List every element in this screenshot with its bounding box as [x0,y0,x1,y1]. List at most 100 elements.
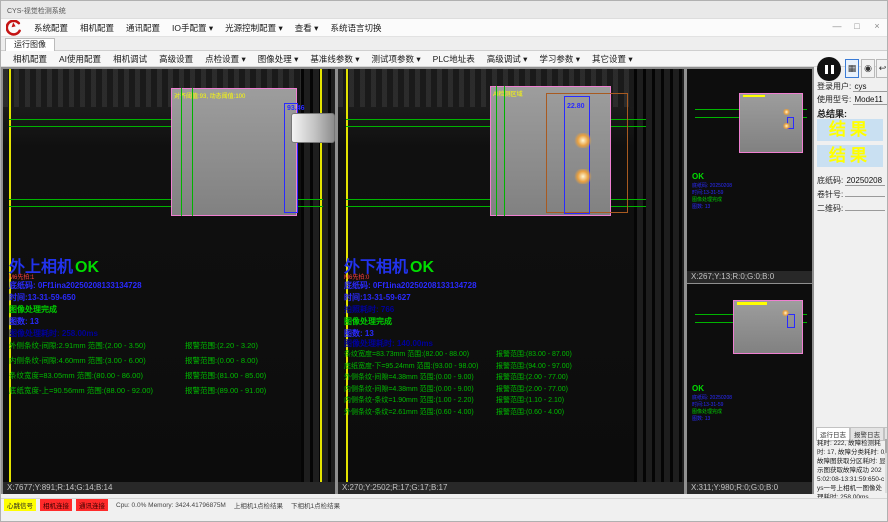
sidebar: ▦ ◉ ↩ 登录用户: cys 使用型号: Mode11 总结果: 结果 结果 … [814,67,888,494]
mini-status-line: 图像处理完成 [692,409,732,416]
toolbar-button[interactable]: 相机配置 [7,51,53,67]
minimize-button[interactable]: — [831,21,843,31]
cpu-memory-status: Cpu: 0.0% Memory: 3424.41796875M [116,502,226,509]
menu-item[interactable]: 光源控制配置 ▾ [219,20,289,36]
mini-status-line: 底纸码: 20250208 [692,395,732,402]
menu-item[interactable]: 通讯配置 [120,20,166,36]
pixel-coordinate-bar: X:267;Y:13;R:0;G:0;B:0 [687,271,812,283]
pixel-coordinate-bar: X:7677;Y:891;R:14;G:14;B:14 [3,482,335,494]
alarm-range-text: 报警范围:(2.20 - 3.20) [185,338,331,353]
menu-item[interactable]: 相机配置 [74,20,120,36]
model-value[interactable]: Mode11 [853,95,888,105]
toolbar-button[interactable]: AI使用配置 [53,51,107,67]
camera-thumb-lower: OK 底纸码: 20250208时间:13-31-59图像处理完成图数: 13 … [687,284,812,494]
toolbar-button[interactable]: 学习参数 ▾ [533,51,586,67]
alarm-range-text: 报警范围:(0.00 - 8.00) [185,353,331,368]
measure-line-green [504,86,505,216]
needle-value[interactable] [845,196,885,197]
mini-status-lines: 底纸码: 20250208时间:13-31-59图像处理完成图数: 13 [692,395,732,423]
alarm-range-text: 报警范围:(1.10 - 2.10) [496,395,680,407]
pixel-coordinate-bar: X:311;Y:980;R:0;G:0;B:0 [687,482,812,494]
camera-thumb-image-lower[interactable]: OK 底纸码: 20250208时间:13-31-59图像处理完成图数: 13 [687,284,812,482]
result-indicator-2: 结果 [817,145,883,167]
measure-value-label: 93.46 [287,105,305,112]
toolbar-button[interactable]: 相机调试 [107,51,153,67]
ok-status: OK [692,172,704,181]
shot-elapsed-line: 拍照耗时: 766 [344,304,394,315]
pixel-coordinate-bar: X:270;Y:2502;R:17;G:17;B:17 [338,482,684,494]
close-button[interactable]: × [871,21,883,31]
connector-object [291,113,335,143]
menu-item[interactable]: 查看 ▾ [289,20,325,36]
alarm-range-text: 报警范围:(81.00 - 85.00) [185,368,331,383]
measurement-text: 条纹宽度=83.05mm 范围:(80.00 - 86.00) [9,368,185,383]
display-toggle-button[interactable]: ▦ [845,59,859,78]
paper-code-row: 底纸码: 20250208 [817,175,885,186]
toolbar-button[interactable]: 测试项参数 ▾ [366,51,427,67]
mini-status-line: 底纸码: 20250208 [692,183,732,190]
toolbar-button[interactable]: PLC地址表 [427,51,481,67]
heartbeat-status-badge: 心跳信号 [4,499,36,511]
tab-run-image[interactable]: 运行图像 [5,38,55,51]
switch-view-button[interactable]: ↩ [876,59,888,78]
measurement-text: 外侧条纹-间隙=4.38mm 范围:(0.00 - 9.00) [344,372,496,384]
paper-code-line: 底纸码: 0Ff1ina20250208133134728 [9,280,142,291]
status-bar: 心跳信号 相机连接 通讯连接 Cpu: 0.0% Memory: 3424.41… [1,498,888,511]
mini-status-line: 图数: 13 [692,204,732,211]
menu-item[interactable]: 系统配置 [28,20,74,36]
annotation-yellow [743,95,765,97]
pause-icon [831,65,834,74]
ok-status: OK [410,259,434,276]
measurement-row: 条纹宽度=83.73mm 范围:(82.00 - 88.00)报警范围:(83.… [344,349,680,361]
tab-strip: 运行图像 [1,37,888,51]
menu-item[interactable]: 系统语言切换 [324,20,387,36]
time-line: 时间:13-31-59-650 [9,292,76,303]
measurement-row: 外侧条纹-间隙=4.38mm 范围:(0.00 - 9.00)报警范围:(2.0… [344,372,680,384]
login-user-label: 登录用户: [817,82,851,91]
pause-button[interactable] [817,57,841,81]
toolbar-button[interactable]: 高级调试 ▾ [481,51,534,67]
camera-view-outer-lower: AI检测区域 22.80 外下相机OK M6先拍:0 底纸码: 0Ff1ina2… [338,69,684,494]
menu-item[interactable]: IO手配置 ▾ [166,20,219,36]
highlight-spot [782,310,789,316]
toolbar-button[interactable]: 其它设置 ▾ [586,51,639,67]
maximize-button[interactable]: □ [851,21,863,31]
menu-bar: 系统配置相机配置通讯配置IO手配置 ▾光源控制配置 ▾查看 ▾系统语言切换 [1,19,888,37]
measurement-text: 内侧条纹-间隙=4.38mm 范围:(0.00 - 9.00) [344,384,496,396]
measurement-row: 底纸宽度-上=90.56mm 范围:(88.00 - 92.00)报警范围:(8… [9,383,331,398]
camera-image-outer-lower[interactable]: AI检测区域 22.80 外下相机OK M6先拍:0 底纸码: 0Ff1ina2… [338,69,684,482]
paper-code-value[interactable]: 20250208 [845,176,885,186]
time-line: 时间:13-31-59-627 [344,292,411,303]
measurement-rows: 外侧条纹-间隙:2.91mm 范围:(2.00 - 3.50)报警范围:(2.2… [9,338,331,398]
measurement-row: 内侧条纹-条纹=1.90mm 范围:(1.00 - 2.20)报警范围:(1.1… [344,395,680,407]
toolbar-button[interactable]: 图像处理 ▾ [252,51,305,67]
alarm-range-text: 报警范围:(94.00 - 97.00) [496,361,680,373]
application-window: CYS-视觉检测系统 系统配置相机配置通讯配置IO手配置 ▾光源控制配置 ▾查看… [0,0,888,522]
highlight-spot [783,109,790,115]
alarm-range-text: 报警范围:(83.00 - 87.00) [496,349,680,361]
toolbar: 相机配置AI使用配置相机调试高级设置点检设置 ▾图像处理 ▾基准线参数 ▾测试项… [1,51,888,67]
needle-label: 卷针号: [817,190,843,199]
processing-done-line: 图像处理完成 [9,304,57,315]
qr-value[interactable] [845,210,885,211]
measure-line-green [181,88,182,216]
toolbar-button[interactable]: 高级设置 [153,51,199,67]
toolbar-button[interactable]: 点检设置 ▾ [199,51,252,67]
annotation-yellow [737,302,767,305]
upper-camera-check-link[interactable]: 上相机1点检结果 [234,500,283,510]
annotation-blue [787,314,795,328]
qr-row: 二维码: [817,203,885,214]
camera-thumb-image-upper[interactable]: OK 底纸码: 20250208时间:13-31-59图像处理完成图数: 13 [687,69,812,271]
login-user-value[interactable]: cys [853,82,888,92]
menu-items: 系统配置相机配置通讯配置IO手配置 ▾光源控制配置 ▾查看 ▾系统语言切换 [28,20,387,36]
record-button[interactable]: ◉ [861,59,875,78]
toolbar-button[interactable]: 基准线参数 ▾ [304,51,365,67]
lower-camera-check-link[interactable]: 下相机1点检结果 [291,500,340,510]
roi-label: AI检测区域 [493,89,523,98]
measurement-text: 底纸宽度-上=90.56mm 范围:(88.00 - 92.00) [9,383,185,398]
window-title: CYS-视觉检测系统 [7,6,66,16]
measure-line-green [192,88,193,216]
measure-line-green [496,86,497,216]
highlight-spot [574,169,592,184]
camera-image-outer-upper[interactable]: 对齐阈值:93, 动态阈值:100 93.46 外上相机OK M6先拍:1 底纸… [3,69,335,482]
